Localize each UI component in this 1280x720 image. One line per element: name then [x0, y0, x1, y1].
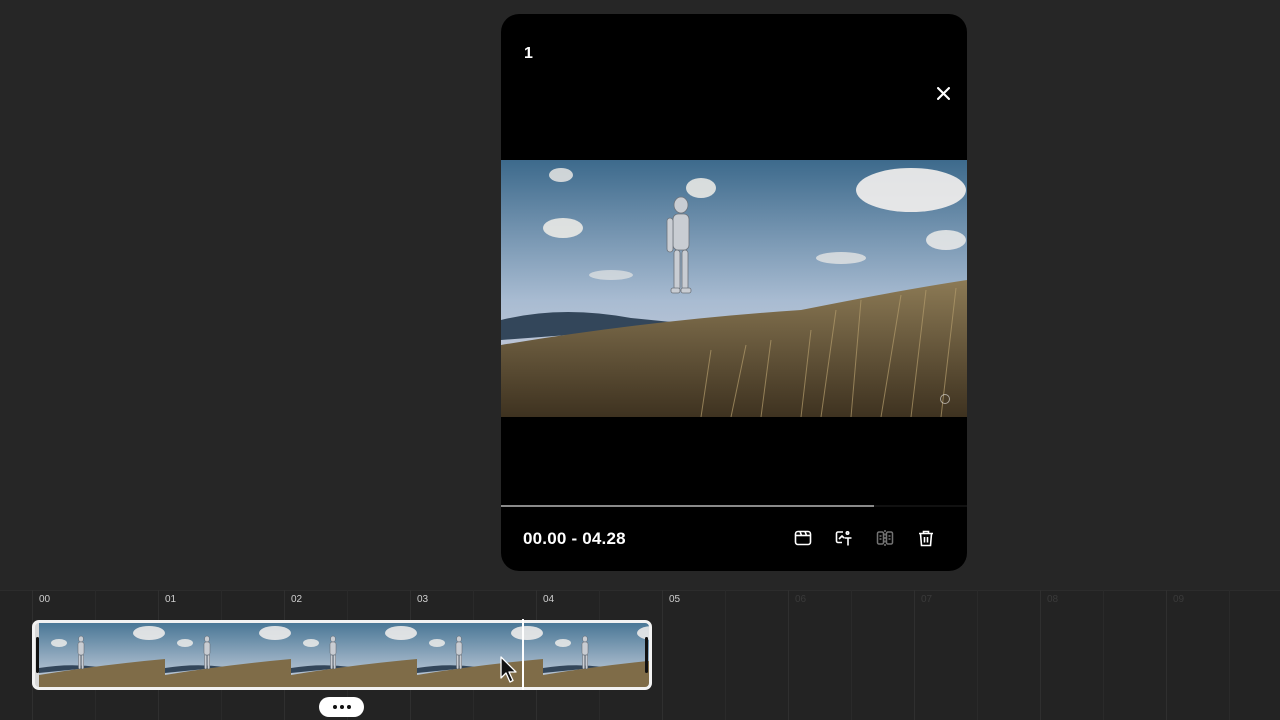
timeline-clip[interactable]	[32, 620, 652, 690]
timeline-tick-label: 07	[921, 594, 933, 605]
timeline-subtick-line	[851, 590, 852, 720]
timeline-tick-line	[1166, 590, 1167, 720]
timeline[interactable]: 00 01 02 03 04 05 06 07 08 09	[0, 590, 1280, 720]
scene-icon	[794, 530, 812, 546]
playback-progress-bar[interactable]	[501, 505, 967, 507]
more-dot-icon	[346, 705, 351, 709]
scene-button[interactable]	[793, 527, 813, 549]
more-dot-icon	[339, 705, 344, 709]
timeline-subtick-line	[1103, 590, 1104, 720]
timeline-subtick-line	[977, 590, 978, 720]
more-dot-icon	[332, 705, 337, 709]
timeline-tick-label: 05	[669, 594, 681, 605]
clip-trim-handle-right[interactable]	[645, 637, 648, 673]
timeline-tick-line	[914, 590, 915, 720]
close-button[interactable]	[933, 83, 953, 103]
text-effect-button[interactable]	[834, 527, 854, 549]
clip-thumbnail	[165, 623, 291, 687]
timeline-tick-label: 06	[795, 594, 807, 605]
playhead[interactable]	[522, 619, 525, 690]
clip-preview-card: 1 00.00 - 04.28	[501, 14, 967, 571]
clip-thumbnail	[543, 623, 649, 687]
playback-progress-fill	[501, 505, 874, 507]
timeline-tick-line	[788, 590, 789, 720]
split-button[interactable]	[875, 527, 895, 549]
mouse-cursor-icon	[500, 656, 517, 683]
clip-thumbnails	[39, 623, 649, 687]
editor-stage: 1 00.00 - 04.28 00 01 02 03 04 05 06 07 …	[0, 0, 1280, 720]
timeline-tick-line	[662, 590, 663, 720]
text-effect-icon	[835, 530, 852, 546]
clip-toolbar	[793, 527, 936, 549]
timeline-tick-label: 03	[417, 594, 429, 605]
delete-button[interactable]	[916, 527, 936, 549]
clip-thumbnail	[39, 623, 165, 687]
timeline-tick-label: 01	[165, 594, 177, 605]
timeline-tick-label: 04	[543, 594, 555, 605]
watermark-icon	[940, 394, 950, 404]
timeline-tick-line	[1040, 590, 1041, 720]
split-icon	[876, 530, 894, 546]
video-frame-image	[501, 160, 967, 417]
timeline-tick-label: 08	[1047, 594, 1059, 605]
clip-trim-handle-left[interactable]	[36, 637, 39, 673]
timeline-tick-label: 09	[1173, 594, 1185, 605]
timeline-tick-label: 02	[291, 594, 303, 605]
trash-icon	[919, 530, 933, 547]
clip-thumbnail	[291, 623, 417, 687]
timeline-tick-label: 00	[39, 594, 51, 605]
close-icon	[936, 86, 950, 100]
clip-more-button[interactable]	[319, 697, 364, 717]
clip-time-range: 00.00 - 04.28	[523, 529, 626, 548]
timeline-ruler	[0, 590, 1280, 591]
clip-index: 1	[524, 45, 533, 62]
video-frame[interactable]	[501, 160, 967, 417]
timeline-subtick-line	[1229, 590, 1230, 720]
timeline-subtick-line	[725, 590, 726, 720]
